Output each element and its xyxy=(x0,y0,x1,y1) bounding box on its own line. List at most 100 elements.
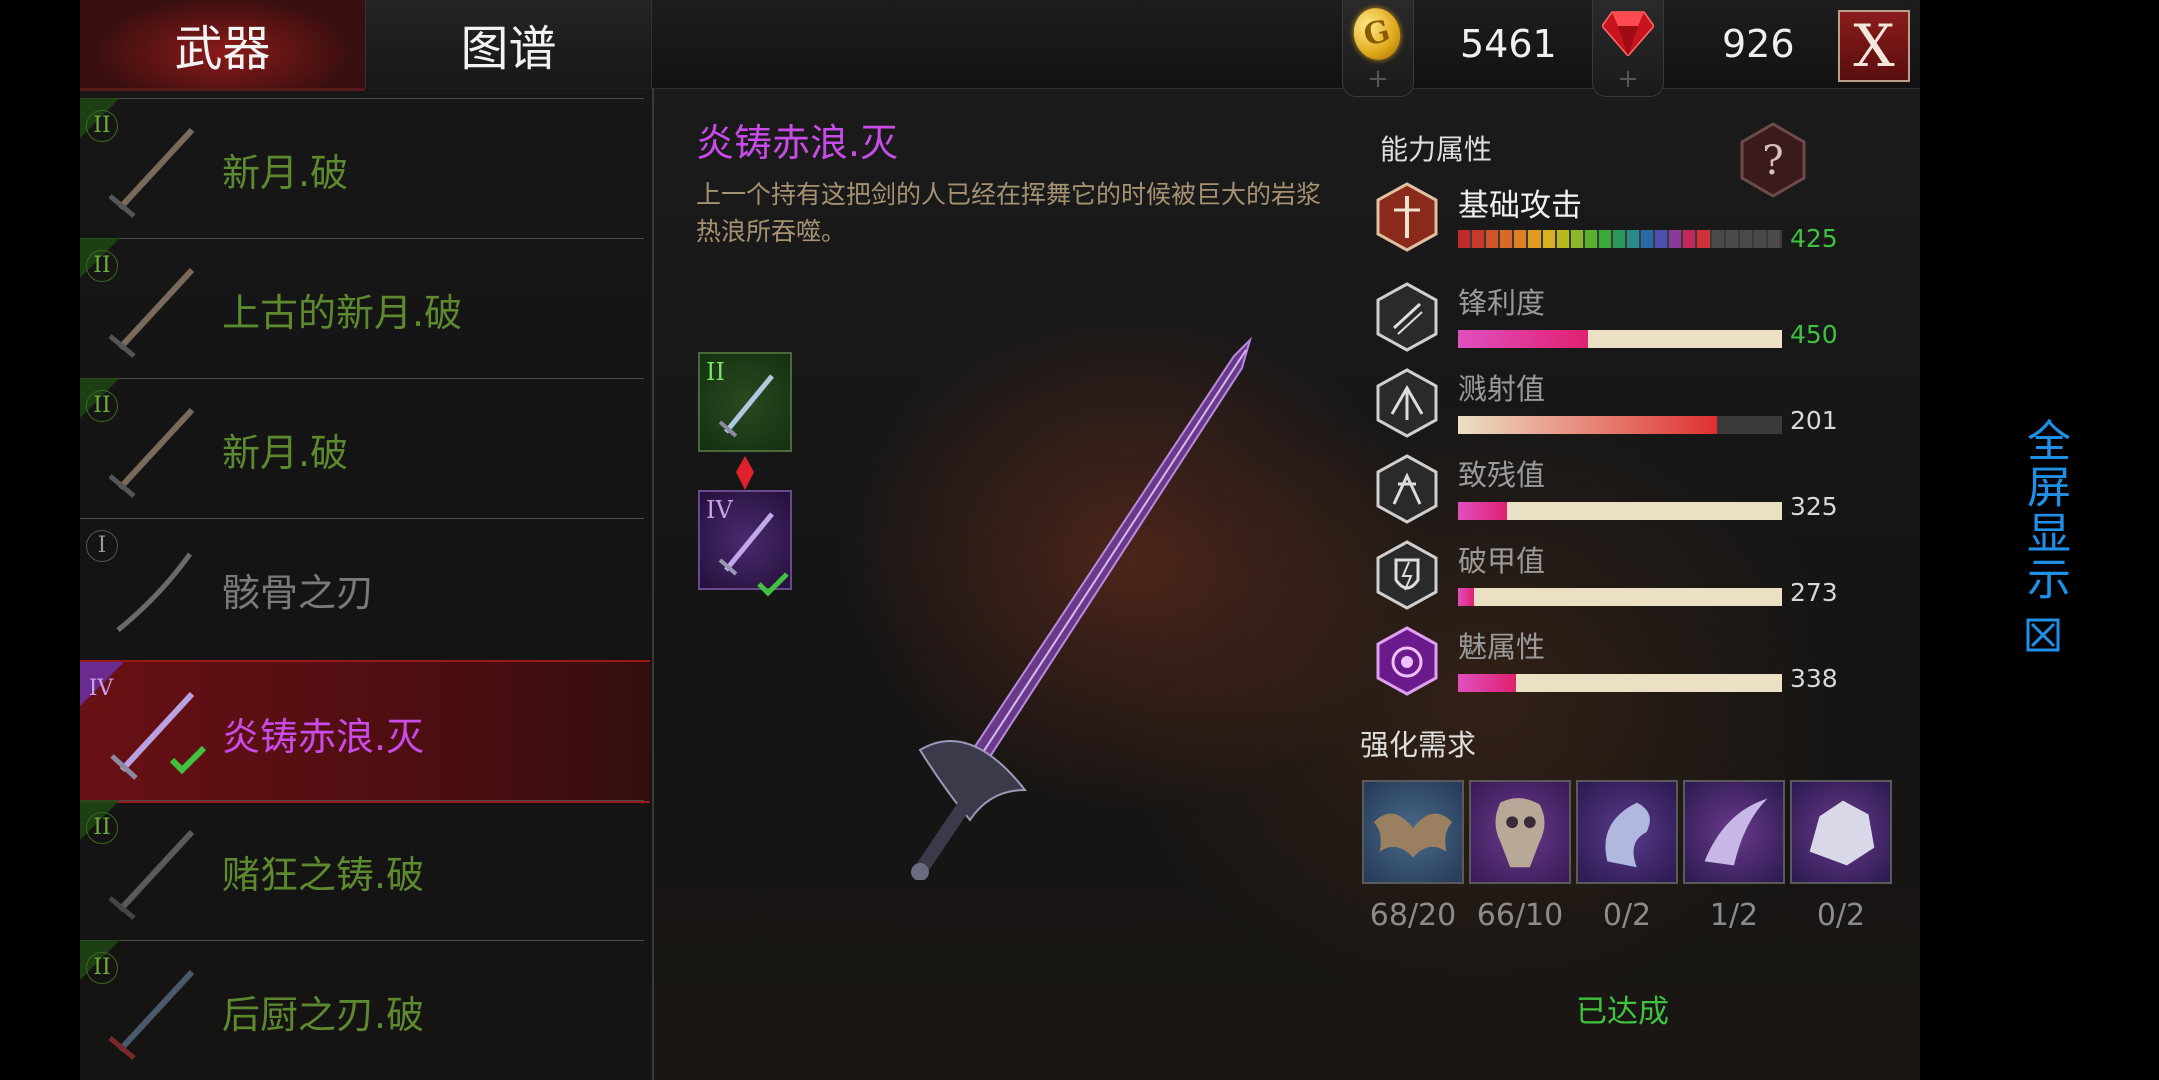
stat-row-splash: 溅射值 201 xyxy=(1376,366,1896,446)
sword-icon xyxy=(108,829,195,920)
scythe-blade-material-slot[interactable] xyxy=(1683,780,1785,884)
sword-icon xyxy=(718,374,774,438)
attack-bar-segment xyxy=(1472,230,1485,248)
gem-amount: 926 xyxy=(1722,22,1795,66)
weapon-name: 新月.破 xyxy=(222,431,349,475)
weapon-list-item[interactable]: I 骸骨之刃 xyxy=(80,518,650,657)
top-bar: 武器 图谱 G + 5461 + 926 X xyxy=(80,0,1920,97)
stat-label: 锋利度 xyxy=(1458,286,1546,320)
weapon-name: 后厨之刃.破 xyxy=(222,993,425,1037)
attack-bar-segment xyxy=(1669,230,1682,248)
stat-bar xyxy=(1458,416,1782,434)
scythe-blade-icon xyxy=(1704,798,1768,866)
attack-bar-segment xyxy=(1570,230,1583,248)
weapon-list-item[interactable]: II 后厨之刃.破 xyxy=(80,940,650,1079)
attack-bar-segment xyxy=(1528,230,1541,248)
upgrade-slot-tier-2[interactable]: II xyxy=(698,352,792,452)
attack-bar-segment xyxy=(1697,230,1710,248)
splash-icon xyxy=(1376,368,1438,438)
attack-bar-segment xyxy=(1627,230,1640,248)
stat-label: 魅属性 xyxy=(1458,630,1546,664)
stat-value: 273 xyxy=(1790,578,1838,607)
fullscreen-button[interactable]: 全屏显示 xyxy=(2012,418,2074,668)
attack-bar-segment xyxy=(1753,230,1766,248)
material-count: 0/2 xyxy=(1816,898,1866,933)
gold-coin-icon: G xyxy=(1348,2,1406,66)
sharpness-icon xyxy=(1376,282,1438,352)
weapon-list-item[interactable]: II 赌狂之铸.破 xyxy=(80,800,650,939)
requirements-title: 强化需求 xyxy=(1360,728,1477,762)
attack-bar-segment xyxy=(1486,230,1499,248)
stat-bar xyxy=(1458,674,1782,692)
bat-wing-material-slot[interactable] xyxy=(1362,780,1464,884)
ore-icon xyxy=(1809,800,1875,866)
attack-bar-segment xyxy=(1514,230,1527,248)
divider xyxy=(80,98,644,99)
stat-label: 基础攻击 xyxy=(1458,188,1582,224)
weapon-description: 上一个持有这把剑的人已经在挥舞它的时候被巨大的岩浆热浪所吞噬。 xyxy=(696,180,1322,246)
attack-bar-segment xyxy=(1500,230,1513,248)
stat-label: 破甲值 xyxy=(1458,544,1546,578)
gold-purchase-button[interactable]: G + xyxy=(1342,0,1414,97)
stat-bar xyxy=(1458,502,1782,520)
sword-icon xyxy=(108,407,195,498)
claw-icon xyxy=(1605,802,1650,868)
fullscreen-label: 全屏显示 xyxy=(2019,418,2070,602)
stat-bar xyxy=(1458,330,1782,348)
stat-row-sharpness: 锋利度 450 xyxy=(1376,280,1896,360)
equipped-check-icon xyxy=(169,745,207,775)
upgrade-arrow-icon xyxy=(736,456,754,490)
armor-break-icon xyxy=(1376,540,1438,610)
divider xyxy=(80,800,644,801)
divider xyxy=(80,940,644,941)
attack-bar-segment xyxy=(1556,230,1569,248)
weapon-name: 赌狂之铸.破 xyxy=(222,853,425,897)
plus-icon: + xyxy=(1367,64,1389,94)
stat-row-charm: 魅属性 338 xyxy=(1376,624,1896,704)
weapon-list-item[interactable]: II 新月.破 xyxy=(80,378,650,517)
close-button[interactable]: X xyxy=(1838,10,1910,82)
weapon-list-item[interactable]: II 上古的新月.破 xyxy=(80,238,650,377)
attack-bar-segment xyxy=(1584,230,1597,248)
svg-text:?: ? xyxy=(1762,138,1783,184)
game-screen: 武器 图谱 G + 5461 + 926 X II 新月.破 II 上古的新月.… xyxy=(80,0,1920,1080)
charm-icon xyxy=(1376,626,1438,696)
stat-row-cripple: 致残值 325 xyxy=(1376,452,1896,532)
skull-icon xyxy=(1495,798,1545,868)
weapon-list-item-selected[interactable]: IV 炎铸赤浪.灭 xyxy=(80,660,650,803)
stats-title: 能力属性 xyxy=(1380,133,1493,166)
stat-value: 425 xyxy=(1790,224,1838,253)
divider xyxy=(80,518,644,519)
requirements-status: 已达成 xyxy=(1576,994,1669,1030)
greatsword-icon xyxy=(718,512,774,576)
beast-skull-material-slot[interactable] xyxy=(1469,780,1571,884)
attack-bar-segment xyxy=(1641,230,1654,248)
weapon-list: II 新月.破 II 上古的新月.破 II 新月.破 I 骸骨之刃 IV 炎铸赤… xyxy=(80,88,654,1080)
attack-bar-segment xyxy=(1655,230,1668,248)
upgrade-slot-tier-4[interactable]: IV xyxy=(698,490,792,597)
attack-bar-segment xyxy=(1711,230,1724,248)
weapon-list-item[interactable]: II 新月.破 xyxy=(80,98,650,237)
divider xyxy=(80,378,644,379)
bone-blade-icon xyxy=(116,552,193,632)
weapon-title: 炎铸赤浪.灭 xyxy=(696,121,899,165)
attack-bar-segment xyxy=(1767,230,1780,248)
material-count: 0/2 xyxy=(1602,898,1652,933)
tab-atlas[interactable]: 图谱 xyxy=(365,0,652,88)
attack-bar-segment xyxy=(1458,230,1471,248)
stat-value: 450 xyxy=(1790,320,1838,349)
ruby-gem-icon xyxy=(1602,11,1654,56)
material-count: 68/20 xyxy=(1369,898,1457,933)
plus-icon: + xyxy=(1617,64,1639,94)
tab-weapons[interactable]: 武器 xyxy=(80,0,365,91)
cripple-icon xyxy=(1376,454,1438,524)
attack-bar-segment xyxy=(1598,230,1611,248)
weapon-name: 骸骨之刃 xyxy=(222,571,375,615)
attack-bar-segment xyxy=(1739,230,1752,248)
claw-material-slot[interactable] xyxy=(1576,780,1678,884)
gem-purchase-button[interactable]: + xyxy=(1592,0,1664,97)
bat-wing-icon xyxy=(1373,813,1453,858)
attack-icon xyxy=(1376,182,1438,252)
stat-value: 325 xyxy=(1790,492,1838,521)
ore-material-slot[interactable] xyxy=(1790,780,1892,884)
